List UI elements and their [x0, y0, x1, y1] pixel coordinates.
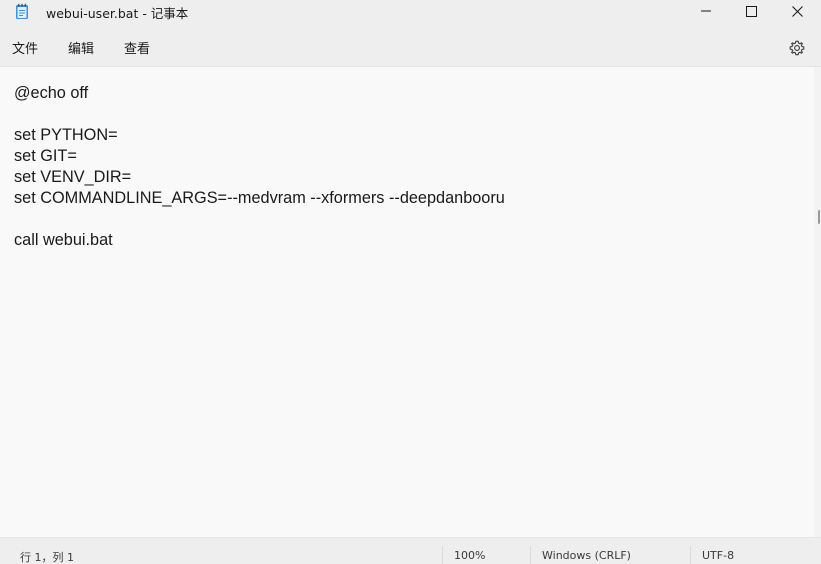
editor-line[interactable]: set PYTHON=	[14, 125, 505, 146]
editor-line[interactable]: @echo off	[14, 83, 505, 104]
close-icon	[791, 5, 803, 17]
gear-icon[interactable]	[788, 39, 806, 57]
editor-line[interactable]	[14, 104, 505, 125]
scrollbar-thumb[interactable]	[818, 210, 820, 224]
menu-edit[interactable]: 编辑	[68, 38, 94, 57]
status-bar: 行 1，列 1 100% Windows (CRLF) UTF-8	[0, 537, 821, 564]
line-ending[interactable]: Windows (CRLF)	[542, 549, 631, 562]
menu-bar: 文件 编辑 查看	[0, 22, 821, 67]
maximize-icon	[745, 5, 757, 17]
notepad-window: webui-user.bat - 记事本 文件 编辑 查看 @echo off …	[0, 0, 821, 564]
editor-line[interactable]: call webui.bat	[14, 230, 505, 251]
window-title: webui-user.bat - 记事本	[46, 6, 189, 21]
title-bar[interactable]: webui-user.bat - 记事本	[0, 0, 821, 22]
close-button[interactable]	[774, 0, 820, 22]
maximize-button[interactable]	[728, 0, 774, 22]
minimize-icon	[701, 10, 711, 12]
editor-line[interactable]: set COMMANDLINE_ARGS=--medvram --xformer…	[14, 188, 505, 209]
cursor-position: 行 1，列 1	[20, 551, 74, 564]
status-divider	[442, 546, 443, 564]
status-divider	[530, 546, 531, 564]
editor-line[interactable]	[14, 209, 505, 230]
menu-file[interactable]: 文件	[12, 38, 38, 57]
minimize-button[interactable]	[683, 0, 729, 22]
text-editor[interactable]: @echo off set PYTHON= set GIT= set VENV_DIR…	[0, 67, 814, 537]
encoding[interactable]: UTF-8	[702, 549, 734, 562]
notepad-icon	[16, 3, 28, 19]
editor-line[interactable]: set VENV_DIR=	[14, 167, 505, 188]
editor-line[interactable]: set GIT=	[14, 146, 505, 167]
vertical-scrollbar[interactable]	[814, 67, 821, 537]
zoom-level[interactable]: 100%	[454, 549, 485, 562]
menu-view[interactable]: 查看	[124, 38, 150, 57]
status-divider	[690, 546, 691, 564]
editor-content[interactable]: @echo off set PYTHON= set GIT= set VENV_DIR…	[14, 83, 505, 251]
